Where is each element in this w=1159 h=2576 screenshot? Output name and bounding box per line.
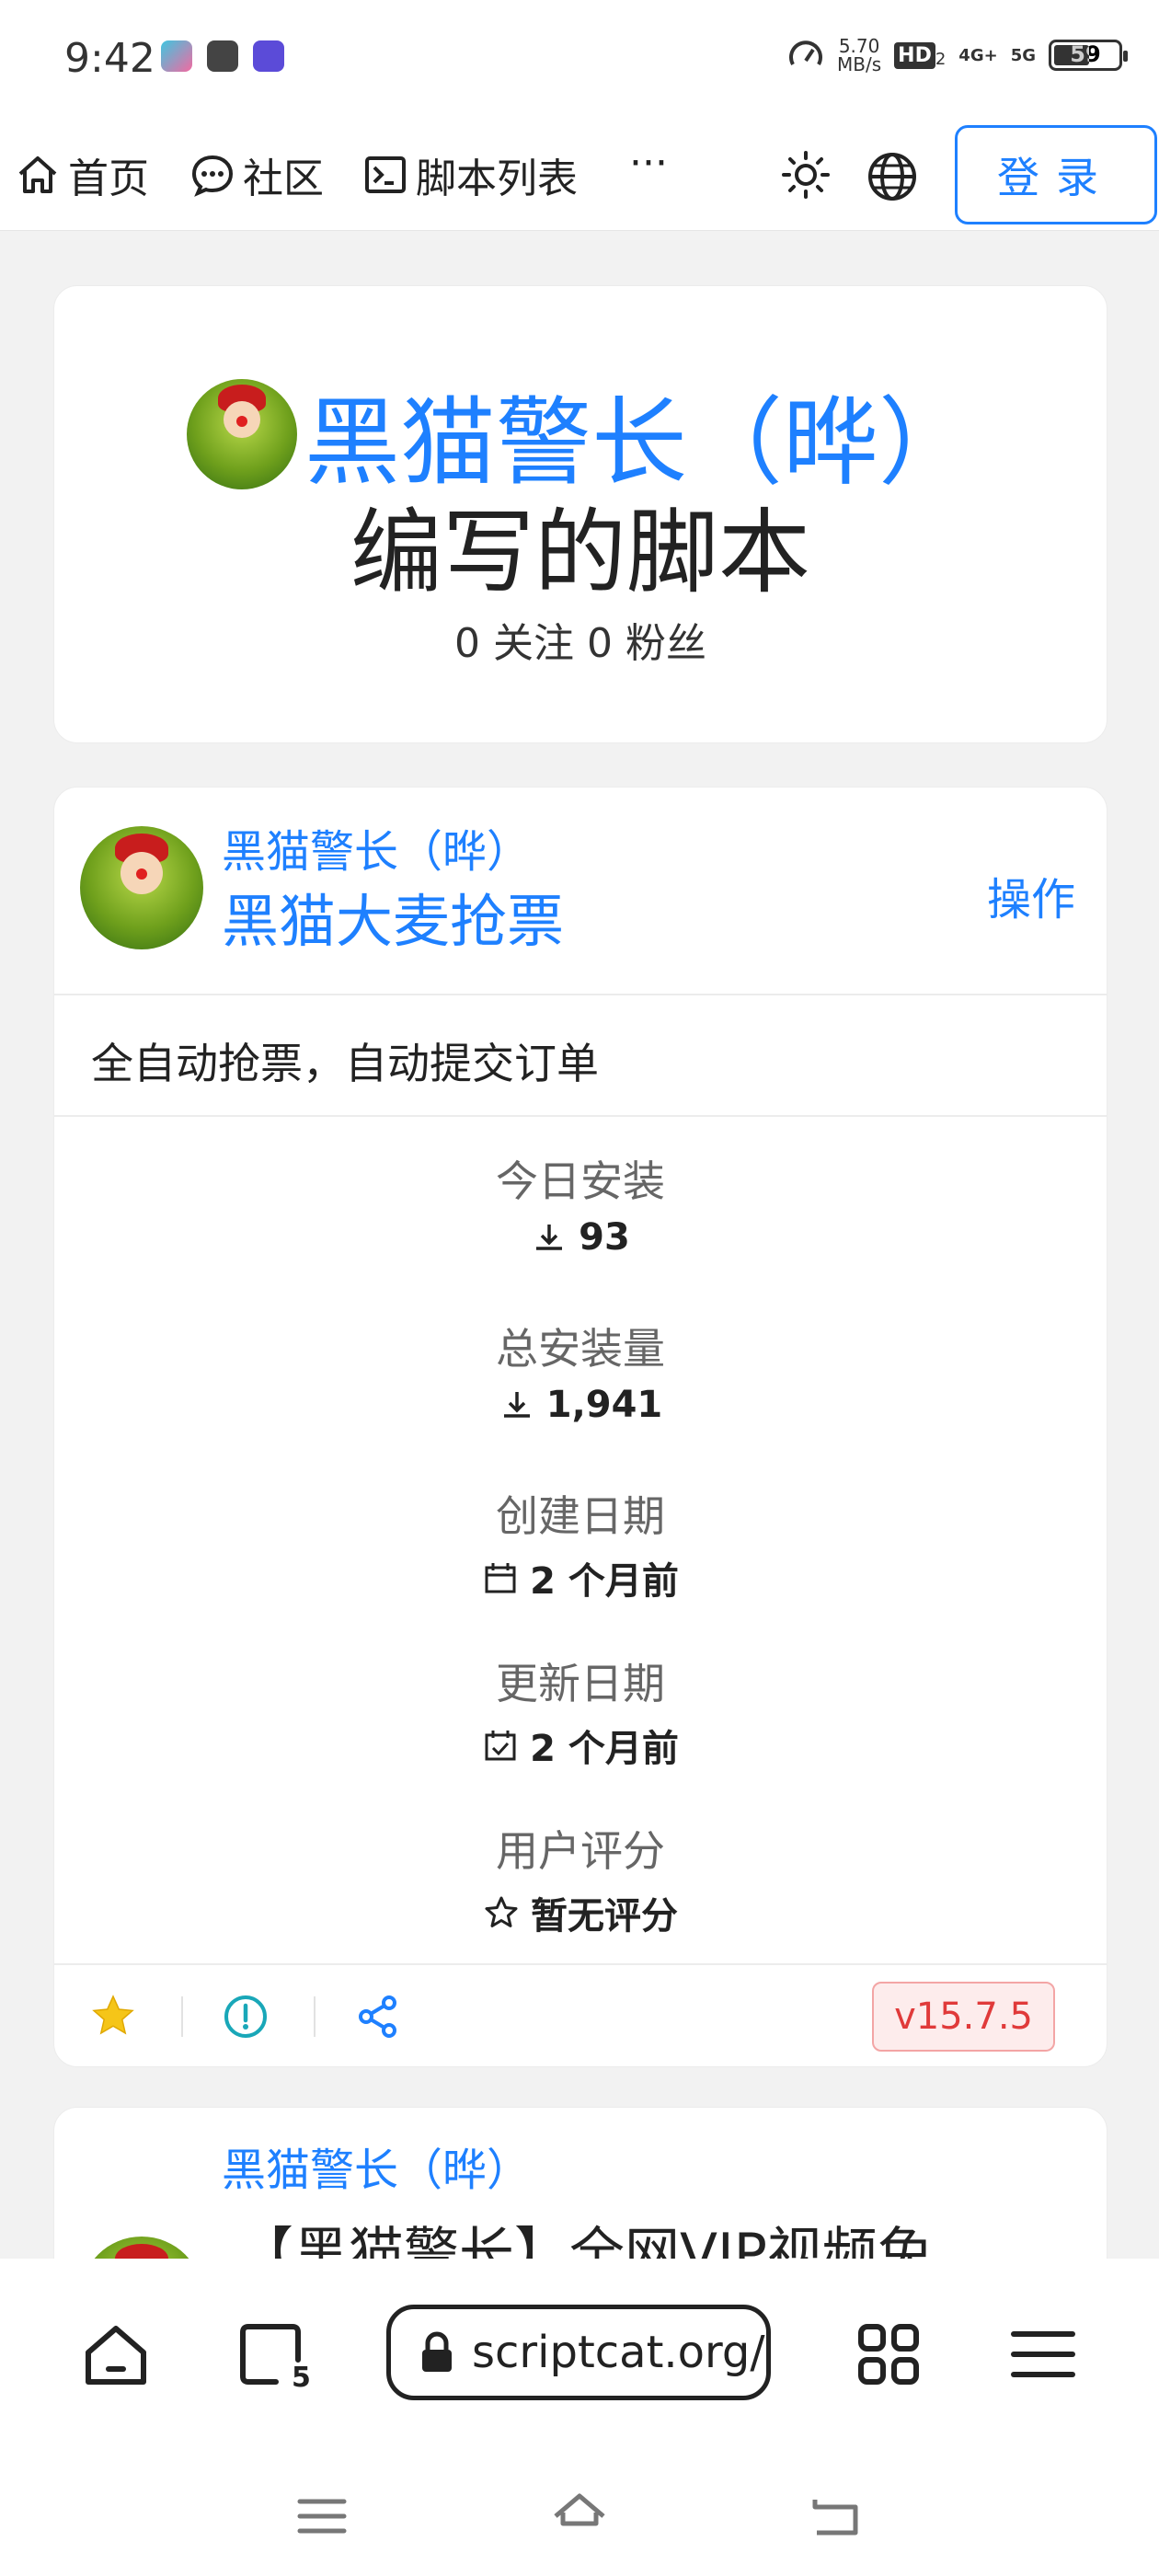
url-text: scriptcat.org/ bbox=[472, 2327, 765, 2378]
grid-apps-icon[interactable] bbox=[850, 2316, 927, 2393]
site-nav: 首页 社区 脚本列表 ··· 登录 bbox=[0, 120, 1159, 231]
hd-badge: HD 2 bbox=[894, 41, 946, 69]
login-button[interactable]: 登录 bbox=[955, 125, 1157, 224]
lock-icon bbox=[422, 2331, 452, 2372]
divider bbox=[314, 1996, 316, 2037]
back-icon[interactable] bbox=[808, 2487, 866, 2546]
divider bbox=[181, 1996, 183, 2037]
operations-button[interactable]: 操作 bbox=[987, 863, 1075, 927]
script-author-link[interactable]: 黑猫警长（晔） bbox=[222, 815, 531, 880]
battery-indicator: 59 bbox=[1049, 40, 1128, 71]
nav-more-button[interactable]: ··· bbox=[629, 140, 668, 187]
script-description: 全自动抢票，自动提交订单 bbox=[54, 995, 1107, 1117]
page-title: 编写的脚本 bbox=[350, 499, 810, 606]
stat-today-installs: 今日安装 93 bbox=[496, 1156, 665, 1259]
script-card-header: 黑猫警长（晔） 黑猫大麦抢票 操作 bbox=[54, 788, 1107, 995]
script-card: 黑猫警长（晔） 黑猫大麦抢票 操作 全自动抢票，自动提交订单 今日安装 93 总… bbox=[53, 787, 1107, 2067]
calendar-check-icon bbox=[485, 1731, 516, 1761]
calendar-icon bbox=[485, 1563, 516, 1593]
script-card-footer: v15.7.5 bbox=[54, 1963, 1107, 2066]
signal-5g: 5G bbox=[1010, 45, 1036, 65]
nav-script-list[interactable]: 脚本列表 bbox=[362, 145, 578, 204]
download-icon bbox=[536, 1225, 563, 1250]
signal-4g: 4G+ bbox=[958, 45, 998, 65]
nav-community[interactable]: 社区 bbox=[189, 145, 324, 204]
system-home-icon[interactable] bbox=[550, 2487, 609, 2546]
favorite-star-icon[interactable] bbox=[89, 1993, 137, 2041]
speed-gauge-icon bbox=[789, 40, 822, 65]
menu-icon[interactable] bbox=[1004, 2316, 1082, 2393]
browser-home-icon[interactable] bbox=[77, 2316, 155, 2393]
stat-user-rating: 用户评分 暂无评分 bbox=[54, 1818, 1107, 1939]
app-notification-icon bbox=[161, 40, 192, 72]
stat-updated-date: 更新日期 2 个月前 bbox=[54, 1650, 1107, 1772]
notification-icons bbox=[161, 40, 284, 72]
message-notification-icon bbox=[207, 40, 238, 72]
address-bar[interactable]: scriptcat.org/ bbox=[386, 2305, 771, 2400]
recent-apps-icon[interactable] bbox=[293, 2487, 351, 2546]
status-indicators: 5.70 MB/s HD 2 4G+ 5G 59 bbox=[787, 35, 1128, 75]
stat-total-installs: 总安装量 1,941 bbox=[496, 1324, 665, 1426]
network-speed: 5.70 MB/s bbox=[837, 35, 882, 75]
version-badge: v15.7.5 bbox=[872, 1982, 1055, 2052]
status-time: 9:42 bbox=[64, 35, 155, 82]
author-header-card: 黑猫警长（晔） 编写的脚本 0 关注 0 粉丝 bbox=[53, 285, 1107, 743]
script-title-link[interactable]: 黑猫大麦抢票 bbox=[222, 875, 564, 958]
script-author-avatar[interactable] bbox=[80, 826, 203, 949]
tab-count: 5 bbox=[292, 2362, 311, 2394]
report-info-icon[interactable] bbox=[222, 1993, 270, 2041]
share-icon[interactable] bbox=[354, 1993, 402, 2041]
author-avatar[interactable] bbox=[186, 378, 297, 489]
stat-created-date: 创建日期 2 个月前 bbox=[54, 1483, 1107, 1604]
nav-home[interactable]: 首页 bbox=[15, 145, 149, 204]
download-icon bbox=[503, 1392, 530, 1418]
status-bar: 9:42 5.70 MB/s HD 2 4G+ 5G 59 bbox=[0, 0, 1159, 120]
browser-toolbar: 5 scriptcat.org/ bbox=[0, 2259, 1159, 2452]
globe-icon[interactable] bbox=[865, 149, 920, 204]
star-outline-icon bbox=[485, 1896, 518, 1927]
chat-bubble-icon bbox=[191, 155, 234, 197]
sun-icon[interactable] bbox=[778, 147, 833, 202]
follow-stats: 0 关注 0 粉丝 bbox=[454, 620, 706, 667]
terminal-icon bbox=[365, 156, 406, 193]
home-icon bbox=[18, 156, 57, 193]
system-nav-bar bbox=[0, 2452, 1159, 2576]
sticker-notification-icon bbox=[253, 40, 284, 72]
script-author-link[interactable]: 黑猫警长（晔） bbox=[222, 2133, 531, 2198]
